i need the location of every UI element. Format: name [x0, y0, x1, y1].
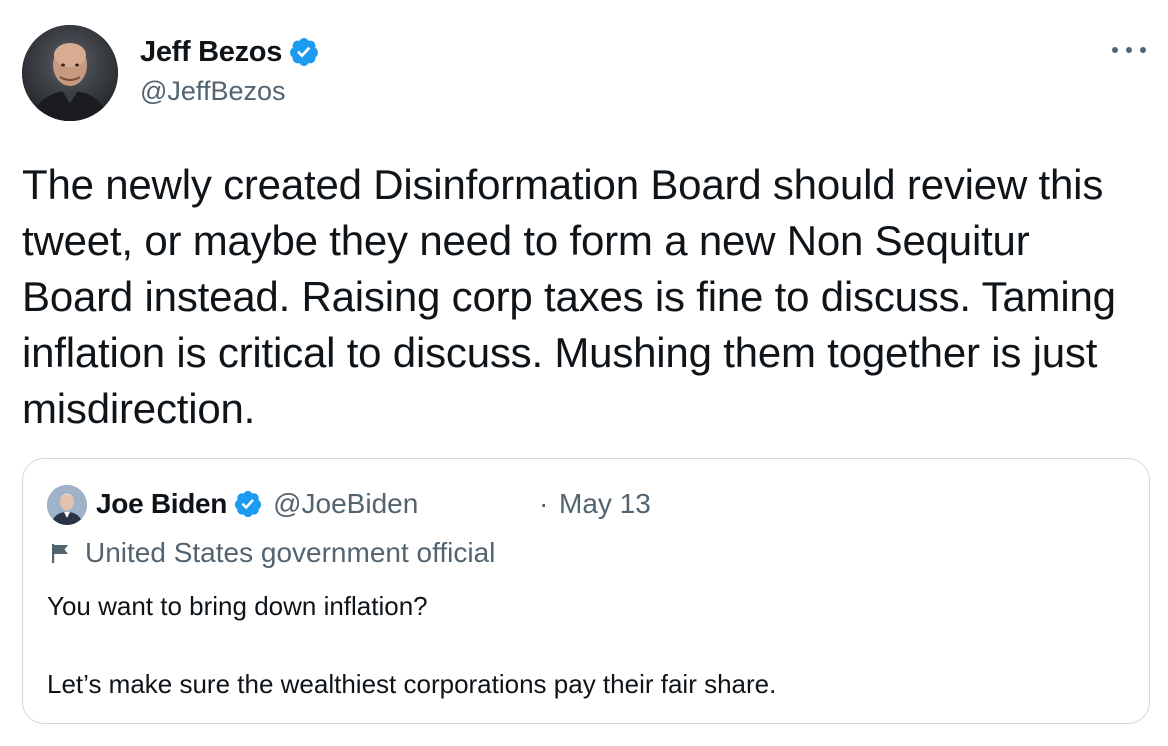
quoted-author-avatar[interactable] — [47, 485, 87, 525]
quoted-author-name[interactable]: Joe Biden — [96, 488, 227, 520]
more-horizontal-icon[interactable] — [1112, 38, 1146, 62]
author-name[interactable]: Jeff Bezos — [140, 36, 282, 69]
quoted-text-line: You want to bring down inflation? — [47, 591, 428, 621]
quoted-tweet[interactable]: Joe Biden @JoeBiden · May 13 United Stat… — [22, 458, 1150, 724]
verified-badge-icon — [233, 489, 263, 519]
more-dot — [1126, 47, 1132, 53]
government-label[interactable]: United States government official — [49, 535, 495, 571]
more-dot — [1112, 47, 1118, 53]
government-label-text[interactable]: United States government official — [85, 537, 495, 569]
quoted-text-line: Let’s make sure the wealthiest corporati… — [47, 669, 777, 699]
quoted-date[interactable]: May 13 — [559, 486, 651, 522]
author-handle[interactable]: @JeffBezos — [140, 76, 285, 107]
quoted-tweet-text: You want to bring down inflation? Let’s … — [47, 587, 1127, 704]
author-avatar[interactable] — [22, 25, 118, 121]
quoted-author-handle[interactable]: @JoeBiden — [273, 488, 418, 520]
date-separator: · — [539, 488, 549, 519]
author-name-row[interactable]: Jeff Bezos — [140, 33, 320, 71]
flag-icon — [49, 542, 71, 564]
quoted-header: Joe Biden @JoeBiden — [96, 486, 418, 522]
more-dot — [1140, 47, 1146, 53]
tweet-text: The newly created Disinformation Board s… — [22, 161, 1116, 432]
tweet-card: Jeff Bezos @JeffBezos The newly created … — [0, 0, 1168, 746]
verified-badge-icon — [288, 36, 320, 68]
